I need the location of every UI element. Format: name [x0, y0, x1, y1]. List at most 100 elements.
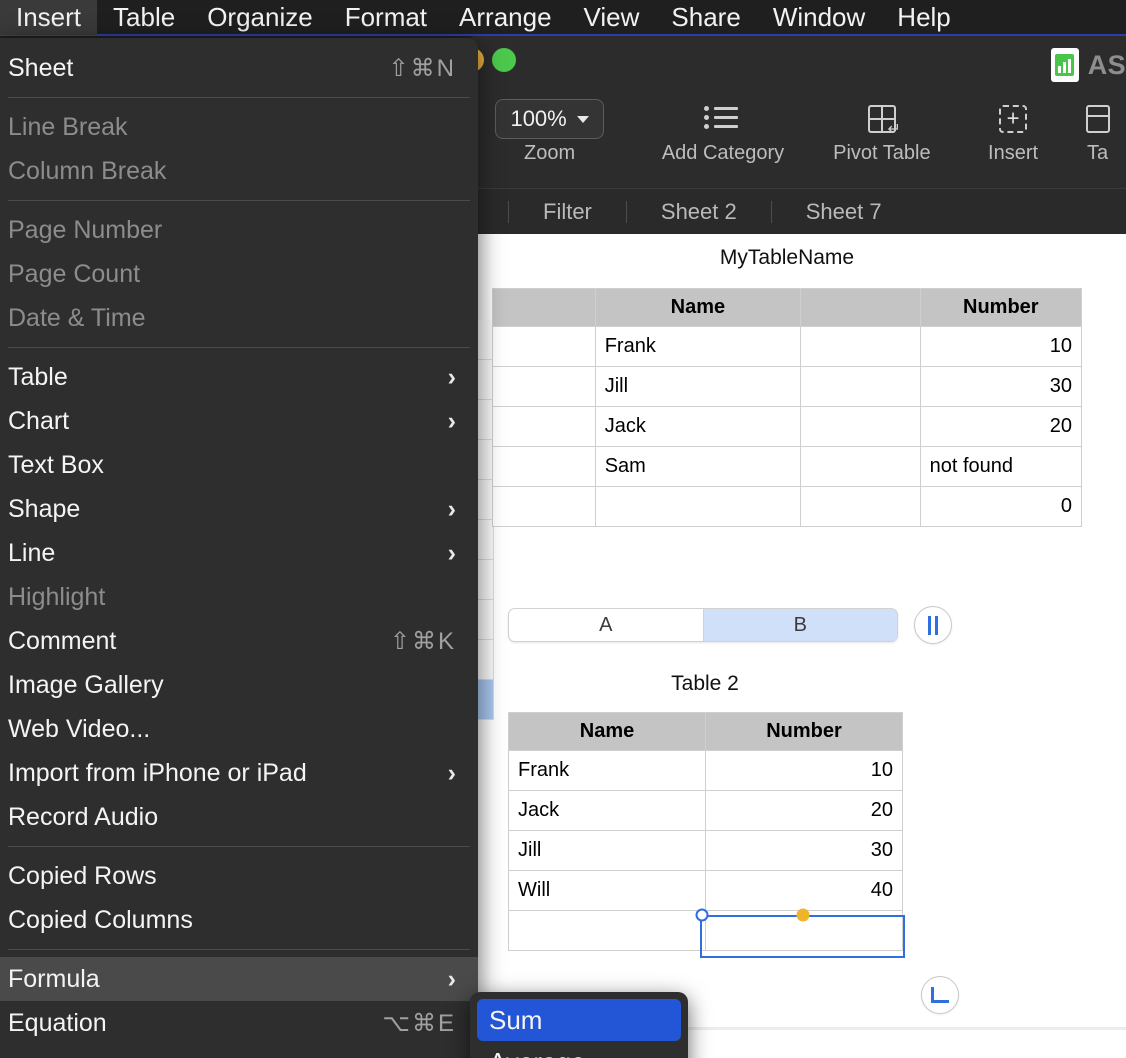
menu-item-equation[interactable]: Equation ⌥⌘E — [0, 1001, 478, 1045]
menu-organize[interactable]: Organize — [191, 0, 329, 35]
cell[interactable] — [492, 326, 596, 367]
cell[interactable]: 20 — [919, 406, 1083, 447]
main-toolbar: 100% Zoom Add Category ↵ Pivot Table + I… — [466, 84, 1126, 188]
cell[interactable]: not found — [919, 446, 1083, 487]
submenu-item-average[interactable]: Average — [477, 1041, 681, 1058]
toolbar-zoom[interactable]: 100% Zoom — [488, 84, 611, 165]
menu-item-web-video[interactable]: Web Video... — [0, 707, 478, 751]
menu-item-text-box[interactable]: Text Box — [0, 443, 478, 487]
cell[interactable]: Jack — [508, 790, 706, 831]
cell[interactable] — [508, 910, 706, 951]
menu-table[interactable]: Table — [97, 0, 191, 35]
menu-item-sheet[interactable]: Sheet ⇧⌘N — [0, 46, 478, 90]
cell[interactable] — [800, 326, 921, 367]
cell[interactable]: 10 — [919, 326, 1083, 367]
toolbar-insert[interactable]: Insert — [961, 84, 1065, 165]
cell[interactable]: 40 — [705, 870, 903, 911]
table-2-title[interactable]: Table 2 — [508, 672, 902, 696]
table-1-grid[interactable]: Name Number Frank 10 Jill 30 Jack 20 Sam… — [492, 288, 1083, 527]
segment-a[interactable]: A — [509, 609, 703, 641]
menu-item-image-gallery[interactable]: Image Gallery — [0, 663, 478, 707]
cell[interactable] — [800, 366, 921, 407]
menu-format[interactable]: Format — [329, 0, 443, 35]
sheet-tab-filter[interactable]: Filter — [509, 199, 626, 225]
menu-item-copied-columns[interactable]: Copied Columns — [0, 898, 478, 942]
menu-help[interactable]: Help — [881, 0, 966, 35]
cell[interactable]: 30 — [705, 830, 903, 871]
selection-handle-fill[interactable] — [796, 908, 810, 922]
selection-handle-start[interactable] — [695, 908, 709, 922]
corner-resize-button[interactable] — [921, 976, 959, 1014]
menu-item-page-count: Page Count — [0, 252, 478, 296]
toolbar-table[interactable]: Ta — [1069, 84, 1126, 165]
spreadsheet-canvas[interactable]: MyTableName Name Number Frank 10 Jill 30… — [466, 234, 1126, 1058]
menu-item-label: Highlight — [8, 582, 106, 611]
cell[interactable] — [594, 486, 802, 527]
cell[interactable]: Frank — [594, 326, 802, 367]
cell[interactable]: 30 — [919, 366, 1083, 407]
sheet-tab-sheet-2[interactable]: Sheet 2 — [627, 199, 771, 225]
menu-window[interactable]: Window — [757, 0, 881, 35]
cell[interactable] — [492, 366, 596, 407]
cell[interactable]: 0 — [919, 486, 1083, 527]
table-icon — [1085, 105, 1110, 133]
menu-insert[interactable]: Insert — [0, 0, 98, 35]
cell[interactable] — [800, 406, 921, 447]
chevron-right-icon: › — [447, 494, 456, 523]
menu-divider — [8, 200, 470, 201]
toolbar-add-category[interactable]: Add Category — [647, 84, 799, 165]
table-row: Will 40 — [508, 870, 903, 911]
table-2-col-header-1[interactable]: Number — [705, 712, 903, 751]
menu-item-import-from-iphone-or-ipad[interactable]: Import from iPhone or iPad › — [0, 751, 478, 795]
menu-item-line[interactable]: Line › — [0, 531, 478, 575]
cell[interactable] — [492, 406, 596, 447]
menu-item-copied-rows[interactable]: Copied Rows — [0, 854, 478, 898]
menu-divider — [8, 949, 470, 950]
segmented-control[interactable]: A B — [508, 608, 898, 642]
cell[interactable]: Jill — [594, 366, 802, 407]
toolbar-pivot-table[interactable]: ↵ Pivot Table — [811, 84, 953, 165]
insert-plus-icon — [999, 105, 1028, 133]
menu-item-label: Web Video... — [8, 714, 151, 743]
menu-item-label: Equation — [8, 1008, 107, 1037]
menu-item-label: Page Number — [8, 215, 163, 244]
menu-share[interactable]: Share — [655, 0, 756, 35]
menu-item-shape[interactable]: Shape › — [0, 487, 478, 531]
menu-view[interactable]: View — [568, 0, 656, 35]
table-2-col-header-0[interactable]: Name — [508, 712, 706, 751]
cell[interactable] — [800, 446, 921, 487]
cell[interactable]: 20 — [705, 790, 903, 831]
chevron-right-icon: › — [447, 362, 456, 391]
menu-item-chart[interactable]: Chart › — [0, 399, 478, 443]
menu-item-comment[interactable]: Comment ⇧⌘K — [0, 619, 478, 663]
sheet-tab-sheet-7[interactable]: Sheet 7 — [772, 199, 916, 225]
chevron-right-icon: › — [447, 758, 456, 787]
column-handle-button[interactable] — [914, 606, 952, 644]
table-1-col-header-2[interactable] — [800, 288, 921, 327]
table-1-col-header-1[interactable]: Name — [594, 288, 802, 327]
cell[interactable]: 10 — [705, 750, 903, 791]
cell[interactable] — [492, 486, 596, 527]
toolbar-label-insert: Insert — [988, 142, 1039, 164]
cell[interactable]: Jill — [508, 830, 706, 871]
cell[interactable]: Frank — [508, 750, 706, 791]
zoom-button[interactable] — [492, 48, 516, 72]
menu-arrange[interactable]: Arrange — [443, 0, 568, 35]
table-1-col-header-3[interactable]: Number — [919, 288, 1083, 327]
table-1-title[interactable]: MyTableName — [492, 246, 1082, 270]
zoom-select[interactable]: 100% — [495, 99, 604, 139]
cell[interactable]: Will — [508, 870, 706, 911]
cell[interactable]: Sam — [594, 446, 802, 487]
submenu-item-sum[interactable]: Sum — [477, 999, 681, 1041]
menu-item-label: Page Count — [8, 259, 141, 288]
menu-item-formula[interactable]: Formula › — [0, 957, 478, 1001]
cell[interactable] — [492, 446, 596, 487]
document-title: AS — [1087, 49, 1126, 80]
cell[interactable] — [800, 486, 921, 527]
menu-item-shortcut: ⌥⌘E — [382, 1009, 456, 1037]
segment-b[interactable]: B — [702, 609, 897, 641]
menu-item-record-audio[interactable]: Record Audio — [0, 795, 478, 839]
table-1-col-header-0[interactable] — [492, 288, 596, 327]
cell[interactable]: Jack — [594, 406, 802, 447]
menu-item-table[interactable]: Table › — [0, 355, 478, 399]
